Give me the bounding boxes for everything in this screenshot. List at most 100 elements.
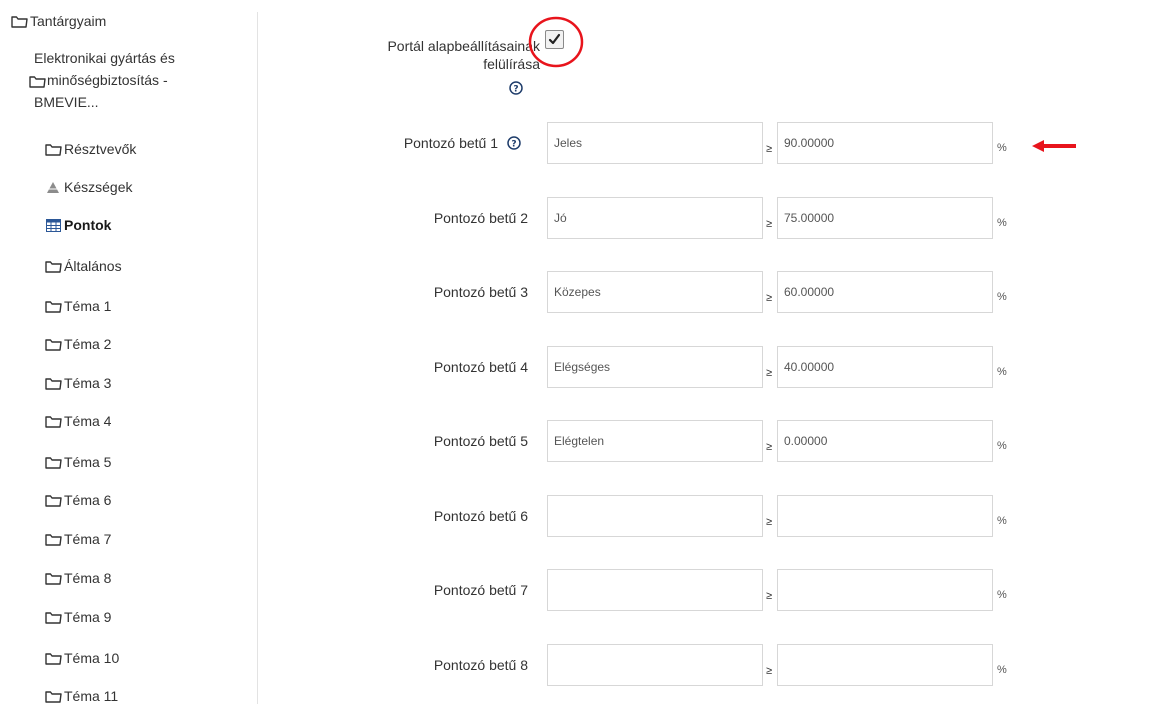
folder-icon xyxy=(44,337,62,351)
sidebar-nav-item-label: Készségek xyxy=(64,179,133,195)
folder-icon xyxy=(44,299,62,313)
grade-letter-input[interactable] xyxy=(547,569,763,611)
table-icon xyxy=(44,218,62,232)
sidebar-nav-item-label: Téma 11 xyxy=(64,688,119,704)
folder-icon xyxy=(44,651,62,665)
grade-letter-input[interactable] xyxy=(547,495,763,537)
grade-boundary-input[interactable]: 40.00000 xyxy=(777,346,993,388)
grade-letter-input[interactable]: Közepes xyxy=(547,271,763,313)
folder-icon xyxy=(44,689,62,703)
nav-item-my-courses[interactable]: Tantárgyaim xyxy=(10,11,106,31)
nav-item-course[interactable]: Elektronikai gyártás és minőségbiztosítá… xyxy=(33,47,253,113)
override-defaults-label: Portál alapbeállításainak felülírása xyxy=(300,37,540,73)
folder-icon xyxy=(44,376,62,390)
course-name-line: minőségbiztosítás - xyxy=(47,72,168,88)
annotation-arrow xyxy=(1032,140,1076,152)
highlight-circle xyxy=(528,16,584,68)
greater-equal-symbol: ≥ xyxy=(766,292,773,304)
greater-equal-symbol: ≥ xyxy=(766,516,773,528)
greater-equal-symbol: ≥ xyxy=(766,665,773,677)
folder-icon xyxy=(44,414,62,428)
grade-boundary-input[interactable] xyxy=(777,644,993,686)
sidebar-divider xyxy=(257,12,258,704)
grade-letter-label: Pontozó betű 6 xyxy=(433,508,528,524)
sidebar-nav-item[interactable]: Általános xyxy=(44,256,122,276)
sidebar-nav-item[interactable]: Téma 9 xyxy=(44,607,111,627)
sidebar-nav-item[interactable]: Téma 5 xyxy=(44,452,111,472)
percent-symbol: % xyxy=(997,366,1007,378)
greater-equal-symbol: ≥ xyxy=(766,590,773,602)
sidebar-nav-item[interactable]: Téma 10 xyxy=(44,648,119,668)
grade-letter-label: Pontozó betű 4 xyxy=(433,359,528,375)
folder-icon xyxy=(44,493,62,507)
help-icon[interactable]: ? xyxy=(509,81,523,95)
sidebar-nav-item-label: Téma 8 xyxy=(64,570,112,586)
course-navigation-sidebar: Tantárgyaim Elektronikai gyártás és minő… xyxy=(0,0,258,704)
grade-boundary-input[interactable] xyxy=(777,495,993,537)
sidebar-nav-item[interactable]: Téma 4 xyxy=(44,411,111,431)
sidebar-nav-item-label: Téma 1 xyxy=(64,298,112,314)
override-label-line: Portál alapbeállításainak xyxy=(387,38,540,54)
triangle-icon xyxy=(44,180,62,194)
sidebar-nav-item[interactable]: Téma 8 xyxy=(44,568,111,588)
sidebar-nav-item[interactable]: Pontok xyxy=(44,215,111,235)
greater-equal-symbol: ≥ xyxy=(766,367,773,379)
sidebar-nav-item[interactable]: Téma 11 xyxy=(44,686,118,706)
sidebar-nav-item-label: Pontok xyxy=(64,217,112,233)
folder-icon xyxy=(44,455,62,469)
sidebar-nav-item-label: Általános xyxy=(64,258,122,274)
sidebar-nav-item-label: Téma 9 xyxy=(64,609,112,625)
sidebar-nav-item[interactable]: Résztvevők xyxy=(44,139,136,159)
grade-letter-input[interactable]: Elégtelen xyxy=(547,420,763,462)
grade-letter-label: Pontozó betű 3 xyxy=(433,284,528,300)
grade-letter-label: Pontozó betű 2 xyxy=(433,210,528,226)
course-name-line: Elektronikai gyártás és xyxy=(34,50,175,66)
percent-symbol: % xyxy=(997,440,1007,452)
help-icon[interactable]: ? xyxy=(507,136,521,150)
grade-letter-input[interactable]: Jó xyxy=(547,197,763,239)
percent-symbol: % xyxy=(997,664,1007,676)
sidebar-nav-item[interactable]: Készségek xyxy=(44,177,132,197)
greater-equal-symbol: ≥ xyxy=(766,143,773,155)
grade-boundary-input[interactable] xyxy=(777,569,993,611)
sidebar-nav-item-label: Téma 7 xyxy=(64,531,112,547)
greater-equal-symbol: ≥ xyxy=(766,218,773,230)
grade-boundary-input[interactable]: 75.00000 xyxy=(777,197,993,239)
grade-letter-input[interactable]: Jeles xyxy=(547,122,763,164)
sidebar-nav-item[interactable]: Téma 2 xyxy=(44,334,111,354)
sidebar-nav-item-label: Téma 10 xyxy=(64,650,120,666)
sidebar-nav-item[interactable]: Téma 3 xyxy=(44,373,111,393)
grade-letter-label: Pontozó betű 8 xyxy=(433,657,528,673)
percent-symbol: % xyxy=(997,217,1007,229)
sidebar-nav-item[interactable]: Téma 7 xyxy=(44,529,111,549)
folder-icon xyxy=(44,532,62,546)
svg-text:?: ? xyxy=(511,140,516,150)
sidebar-nav-item-label: Téma 2 xyxy=(64,336,112,352)
folder-icon xyxy=(44,610,62,624)
folder-icon xyxy=(44,571,62,585)
sidebar-nav-item-label: Résztvevők xyxy=(64,141,137,157)
folder-icon xyxy=(44,259,62,273)
grade-letter-label: Pontozó betű 7 xyxy=(433,582,528,598)
grade-letter-input[interactable]: Elégséges xyxy=(547,346,763,388)
grade-letter-input[interactable] xyxy=(547,644,763,686)
sidebar-nav-item-label: Téma 4 xyxy=(64,413,112,429)
sidebar-nav-item-label: Téma 3 xyxy=(64,375,112,391)
svg-text:?: ? xyxy=(513,85,518,95)
override-label-line: felülírása xyxy=(483,56,540,72)
percent-symbol: % xyxy=(997,291,1007,303)
folder-icon xyxy=(44,142,62,156)
grade-boundary-input[interactable]: 90.00000 xyxy=(777,122,993,164)
sidebar-nav-item-label: Téma 5 xyxy=(64,454,112,470)
folder-icon xyxy=(29,75,47,89)
grade-boundary-input[interactable]: 60.00000 xyxy=(777,271,993,313)
nav-item-label: Tantárgyaim xyxy=(30,13,107,29)
sidebar-nav-item[interactable]: Téma 1 xyxy=(44,296,111,316)
percent-symbol: % xyxy=(997,142,1007,154)
folder-icon xyxy=(10,14,28,28)
percent-symbol: % xyxy=(997,515,1007,527)
grade-boundary-input[interactable]: 0.00000 xyxy=(777,420,993,462)
sidebar-nav-item[interactable]: Téma 6 xyxy=(44,490,111,510)
grade-letter-label: Pontozó betű 1 xyxy=(403,135,498,151)
sidebar-nav-item-label: Téma 6 xyxy=(64,492,112,508)
